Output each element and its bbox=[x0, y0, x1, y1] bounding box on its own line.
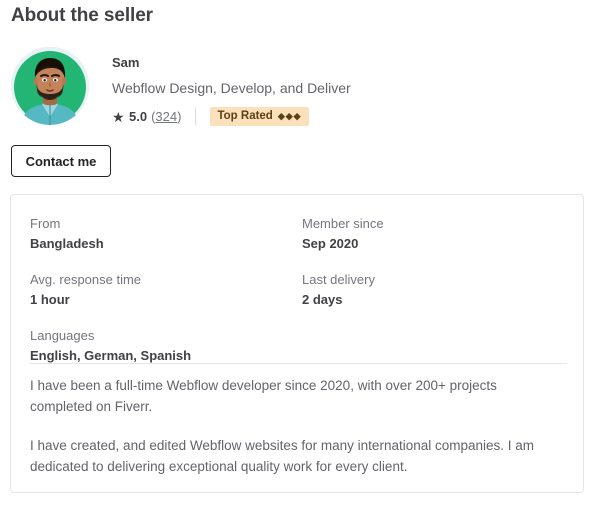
avatar[interactable] bbox=[11, 47, 89, 125]
seller-meta: Sam Webflow Design, Develop, and Deliver… bbox=[112, 47, 351, 127]
stat-value: Bangladesh bbox=[30, 236, 104, 251]
avatar-image bbox=[11, 47, 89, 125]
rating-score: 5.0 bbox=[129, 109, 148, 124]
stat-value: 1 hour bbox=[30, 292, 70, 307]
stat-value: Sep 2020 bbox=[302, 236, 359, 251]
stat-last-delivery: Last delivery 2 days bbox=[302, 271, 560, 308]
divider bbox=[29, 363, 567, 364]
stat-member-since: Member since Sep 2020 bbox=[302, 215, 560, 252]
contact-me-button[interactable]: Contact me bbox=[11, 145, 111, 177]
page-title: About the seller bbox=[11, 5, 153, 26]
seller-description: I have been a full-time Webflow develope… bbox=[30, 375, 554, 477]
stat-label: Avg. response time bbox=[30, 272, 142, 287]
avatar-illustration-svg bbox=[11, 47, 89, 125]
stat-label: Languages bbox=[30, 328, 95, 343]
seller-header: Sam Webflow Design, Develop, and Deliver… bbox=[11, 47, 351, 127]
rating-count-value[interactable]: 324 bbox=[155, 109, 177, 124]
stat-from: From Bangladesh bbox=[30, 215, 302, 252]
stat-languages: Languages English, German, Spanish bbox=[30, 327, 302, 364]
about-the-seller-section: About the seller Sam Webflow Design, Dev… bbox=[0, 0, 594, 506]
seller-info-card: From Bangladesh Member since Sep 2020 Av… bbox=[10, 194, 584, 493]
star-icon: ★ bbox=[112, 108, 125, 125]
stat-empty-slot bbox=[302, 327, 560, 364]
stat-value: 2 days bbox=[302, 292, 343, 307]
diamond-icon: ◆◆◆ bbox=[277, 111, 302, 121]
seller-stats-grid: From Bangladesh Member since Sep 2020 Av… bbox=[30, 215, 560, 364]
stat-label: Last delivery bbox=[302, 272, 375, 287]
status-badge-label: Top Rated bbox=[217, 110, 273, 122]
rating-count-paren-close: ) bbox=[177, 109, 182, 124]
rating-count[interactable]: (324) bbox=[151, 109, 181, 124]
status-badge: Top Rated ◆◆◆ bbox=[210, 107, 309, 126]
description-paragraph-2: I have created, and edited Webflow websi… bbox=[30, 438, 535, 474]
description-paragraph-1: I have been a full-time Webflow develope… bbox=[30, 378, 497, 414]
stat-avg-response-time: Avg. response time 1 hour bbox=[30, 271, 302, 308]
vertical-divider bbox=[195, 108, 197, 125]
seller-name[interactable]: Sam bbox=[112, 55, 351, 71]
seller-tagline: Webflow Design, Develop, and Deliver bbox=[112, 80, 351, 96]
stat-value: English, German, Spanish bbox=[30, 348, 192, 363]
rating-row: ★ 5.0 (324) Top Rated ◆◆◆ bbox=[112, 106, 351, 127]
stat-label: From bbox=[30, 216, 61, 231]
stat-label: Member since bbox=[302, 216, 384, 231]
